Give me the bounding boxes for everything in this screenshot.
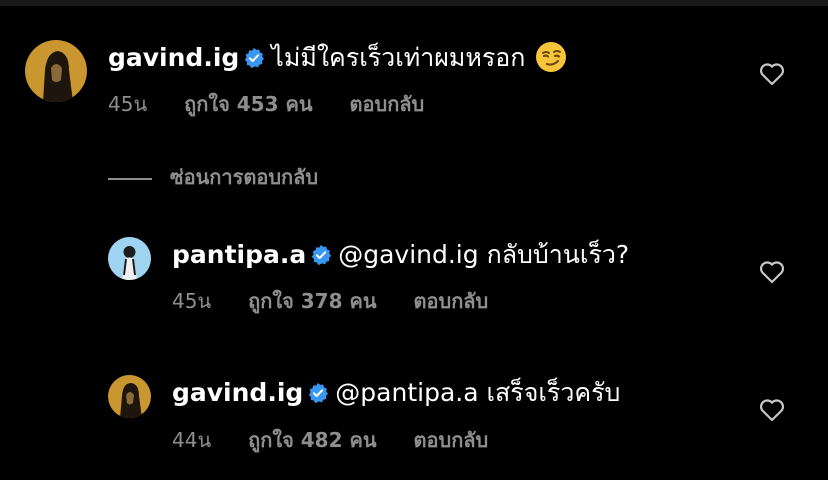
heart-icon[interactable] <box>759 62 785 90</box>
heart-icon[interactable] <box>759 260 785 288</box>
comment-line: gavind.ig @pantipa.a เสร็จเร็วครับ <box>172 378 620 411</box>
likes-count[interactable]: ถูกใจ 378 คน <box>248 289 376 313</box>
likes-count[interactable]: ถูกใจ 482 คน <box>248 428 376 452</box>
reply-button[interactable]: ตอบกลับ <box>350 92 425 116</box>
hide-replies-label: ซ่อนการตอบกลับ <box>170 165 319 189</box>
hide-replies-button[interactable]: ซ่อนการตอบกลับ <box>108 165 318 189</box>
reply-button[interactable]: ตอบกลับ <box>414 428 489 452</box>
comment-meta: 45น ถูกใจ 453 คน ตอบกลับ <box>108 92 424 116</box>
verified-badge-icon <box>243 46 265 76</box>
reply-button[interactable]: ตอบกลับ <box>414 289 489 313</box>
avatar[interactable] <box>108 237 151 280</box>
verified-badge-icon <box>310 243 332 273</box>
timestamp: 45น <box>108 92 148 116</box>
username[interactable]: gavind.ig <box>172 378 303 407</box>
divider-dash <box>108 177 152 180</box>
comment-text: ไม่มีใครเร็วเท่าผมหรอก <box>271 43 526 72</box>
avatar[interactable] <box>25 40 87 102</box>
timestamp: 44น <box>172 428 212 452</box>
comment-line: pantipa.a @gavind.ig กลับบ้านเร็ว? <box>172 240 629 273</box>
comment-text: @pantipa.a เสร็จเร็วครับ <box>335 378 621 407</box>
comment-meta: 44น ถูกใจ 482 คน ตอบกลับ <box>172 428 488 452</box>
username[interactable]: pantipa.a <box>172 240 306 269</box>
heart-icon[interactable] <box>759 398 785 426</box>
comment-meta: 45น ถูกใจ 378 คน ตอบกลับ <box>172 289 488 313</box>
username[interactable]: gavind.ig <box>108 43 239 72</box>
timestamp: 45น <box>172 289 212 313</box>
comment-line: gavind.ig ไม่มีใครเร็วเท่าผมหรอก <box>108 41 567 80</box>
comment-text: @gavind.ig กลับบ้านเร็ว? <box>338 240 630 269</box>
verified-badge-icon <box>307 381 329 411</box>
likes-count[interactable]: ถูกใจ 453 คน <box>184 92 312 116</box>
avatar[interactable] <box>108 375 151 418</box>
smirking-face-icon <box>535 41 567 80</box>
top-divider <box>0 0 828 6</box>
